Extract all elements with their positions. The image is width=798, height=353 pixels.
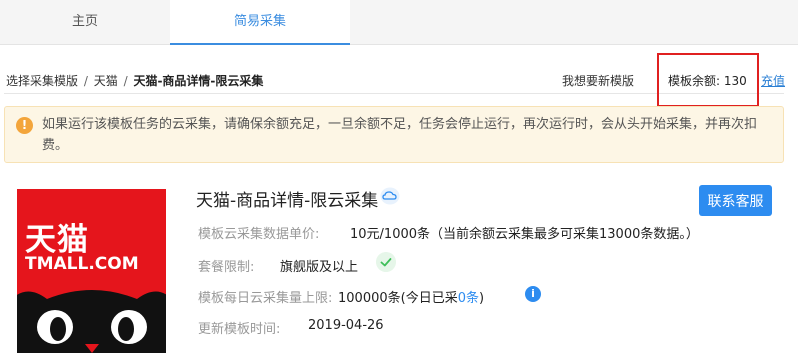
want-new-template-link[interactable]: 我想要新模版 [562, 72, 634, 89]
update-time-value: 2019-04-26 [308, 318, 384, 333]
tmall-logo: 天猫 TMALL.COM [17, 189, 166, 353]
notice-banner: ! 如果运行该模板任务的云采集，请确保余额充足，一旦余额不足，任务会停止运行，再… [4, 106, 784, 163]
plan-limit-value: 旗舰版及以上 [280, 260, 359, 275]
breadcrumb: 选择采集模版 / 天猫 / 天猫-商品详情-限云采集 [6, 72, 263, 89]
unit-price-label: 模板云采集数据单价: [198, 227, 320, 242]
breadcrumb-separator: / [83, 74, 88, 88]
template-balance: 模板余额: 130 [668, 72, 747, 89]
cloud-icon [380, 187, 400, 205]
info-icon[interactable]: i [525, 286, 541, 302]
plan-limit-row: 套餐限制: 旗舰版及以上 [198, 256, 358, 275]
breadcrumb-separator: / [123, 74, 128, 88]
daily-limit-suffix: ) [478, 291, 485, 306]
check-icon [376, 252, 396, 272]
tmall-cat-icon [17, 290, 166, 353]
unit-price-row: 模板云采集数据单价: 10元/1000条（当前余额云采集最多可采集13000条数… [198, 223, 699, 242]
template-title: 天猫-商品详情-限云采集 [196, 191, 379, 211]
recharge-link[interactable]: 充值 [761, 72, 785, 89]
balance-value: 130 [723, 74, 747, 88]
update-time-label: 更新模板时间: [198, 322, 281, 337]
daily-limit-row: 模板每日云采集量上限: 100000条(今日已采0条) [198, 287, 484, 306]
tab-simple-collect[interactable]: 简易采集 [170, 0, 350, 45]
update-time-row: 更新模板时间: 2019-04-26 [198, 318, 384, 337]
breadcrumb-current: 天猫-商品详情-限云采集 [133, 74, 264, 88]
daily-limit-value: 100000条(今日已采0条) [338, 287, 484, 306]
tab-home[interactable]: 主页 [0, 0, 170, 45]
breadcrumb-select-template[interactable]: 选择采集模版 [6, 74, 78, 88]
daily-limit-prefix: 100000条(今日已采 [338, 291, 458, 306]
top-tab-bar: 主页 简易采集 [0, 0, 798, 45]
daily-limit-label: 模板每日云采集量上限: [198, 291, 333, 306]
unit-price-value: 10元/1000条（当前余额云采集最多可采集13000条数据。） [350, 227, 699, 242]
today-collected-link[interactable]: 0条 [458, 291, 479, 306]
notice-text: 如果运行该模板任务的云采集，请确保余额充足，一旦余额不足，任务会停止运行，再次运… [42, 117, 758, 153]
balance-label: 模板余额: [668, 74, 721, 88]
plan-limit-label: 套餐限制: [198, 260, 255, 275]
contact-support-button[interactable]: 联系客服 [699, 185, 772, 216]
exclamation-icon: ! [16, 117, 33, 134]
breadcrumb-tmall[interactable]: 天猫 [94, 74, 118, 88]
